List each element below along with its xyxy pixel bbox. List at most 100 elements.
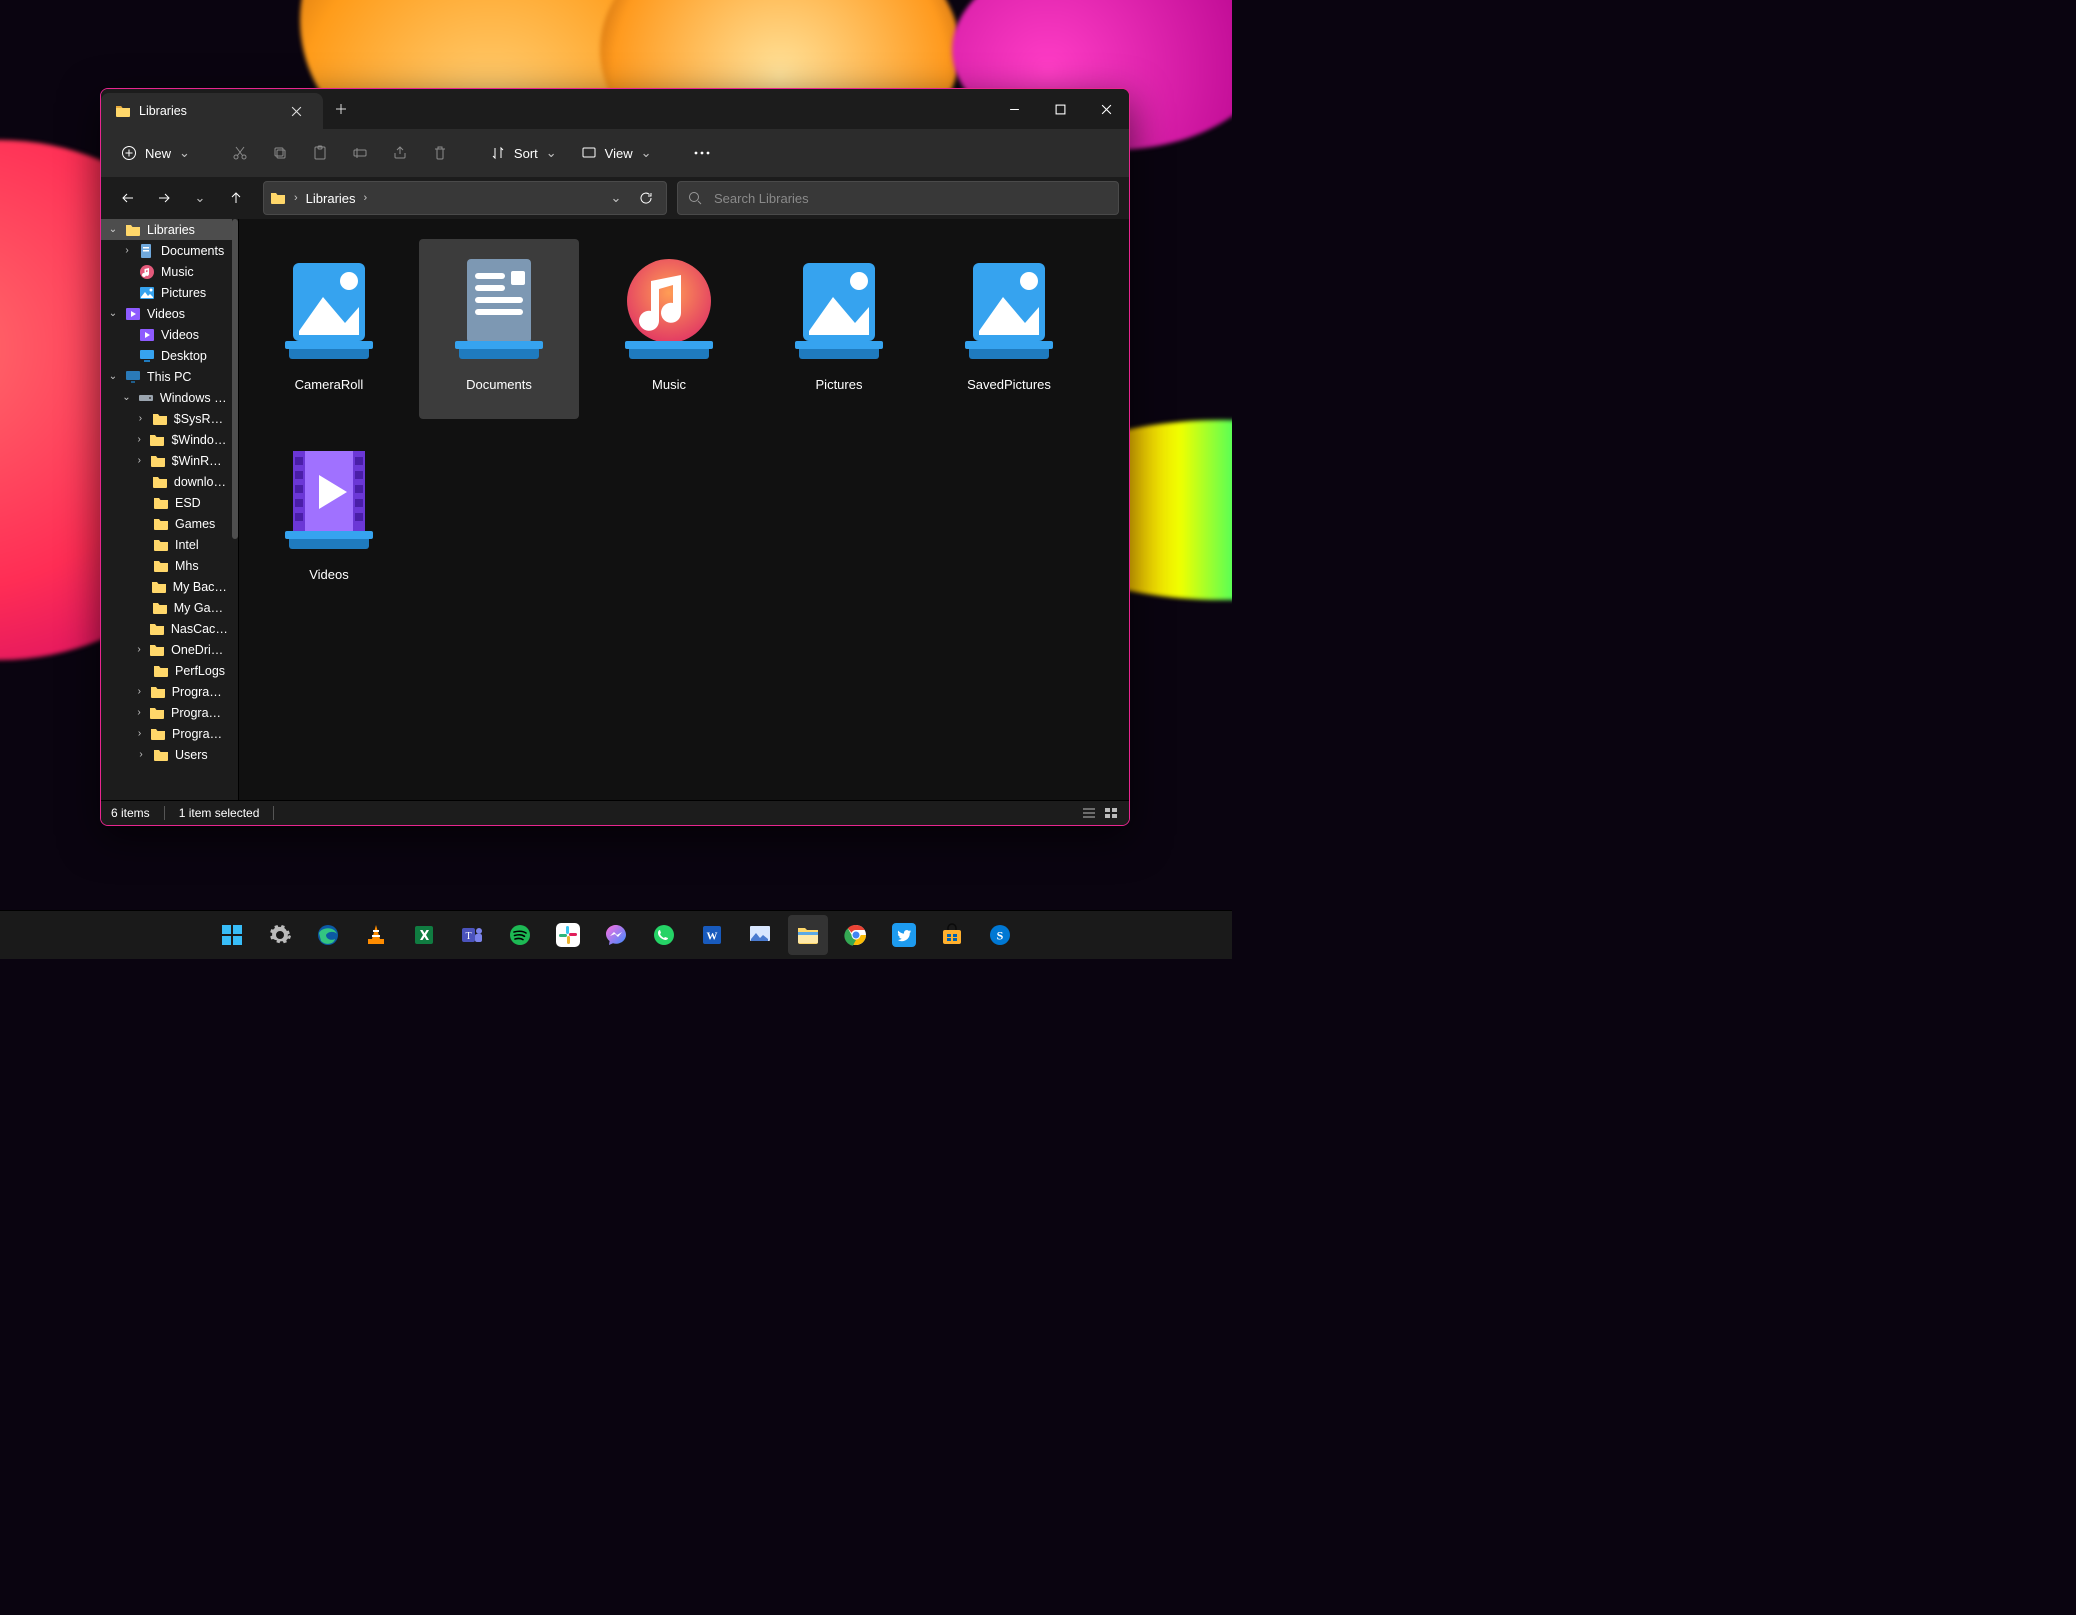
taskbar-skype-button[interactable]: S (980, 915, 1020, 955)
taskbar-vlc-button[interactable] (356, 915, 396, 955)
tree-item[interactable]: ›ProgramData (101, 723, 232, 744)
content-pane[interactable]: CameraRollDocumentsMusicPicturesSavedPic… (239, 219, 1129, 800)
back-button[interactable] (111, 181, 145, 215)
tree-item[interactable]: ⌄This PC (101, 366, 232, 387)
vlc-icon (364, 923, 388, 947)
twisty-icon[interactable]: ⌄ (107, 224, 119, 235)
tree-item[interactable]: downloads (101, 471, 232, 492)
taskbar-messenger-button[interactable] (596, 915, 636, 955)
twisty-icon[interactable]: › (135, 434, 143, 445)
folder-icon (153, 558, 169, 574)
search-box[interactable] (677, 181, 1119, 215)
search-input[interactable] (712, 190, 1108, 207)
delete-button[interactable] (422, 136, 458, 170)
tree-item[interactable]: ›Program Files (101, 681, 232, 702)
view-button[interactable]: View ⌄ (571, 136, 662, 170)
tree-item[interactable]: Mhs (101, 555, 232, 576)
tree-item[interactable]: My Backups (101, 576, 232, 597)
recent-button[interactable]: ⌄ (183, 181, 217, 215)
tree-item[interactable]: NasCacheDirec (101, 618, 232, 639)
tree-item[interactable]: ⌄Videos (101, 303, 232, 324)
taskbar-store-button[interactable] (932, 915, 972, 955)
tab-close-button[interactable] (283, 106, 311, 117)
taskbar-explorer-button[interactable] (788, 915, 828, 955)
new-tab-button[interactable] (323, 89, 359, 129)
taskbar-twitter-button[interactable] (884, 915, 924, 955)
minimize-button[interactable] (991, 89, 1037, 129)
tree-item-label: Music (161, 265, 194, 279)
tree-item[interactable]: Games (101, 513, 232, 534)
sort-button[interactable]: Sort ⌄ (480, 136, 567, 170)
tree-item[interactable]: PerfLogs (101, 660, 232, 681)
library-item[interactable]: Documents (419, 239, 579, 419)
refresh-button[interactable] (632, 184, 660, 212)
tree-item-label: My Games (174, 601, 228, 615)
library-item[interactable]: Videos (249, 429, 409, 609)
navigation-tree[interactable]: ⌄Libraries›DocumentsMusicPictures⌄Videos… (101, 219, 239, 800)
twisty-icon[interactable]: › (121, 245, 133, 256)
tree-item[interactable]: ESD (101, 492, 232, 513)
tree-item[interactable]: Music (101, 261, 232, 282)
twisty-icon[interactable]: › (135, 686, 144, 697)
tree-scrollbar[interactable] (232, 219, 238, 800)
tree-item[interactable]: Pictures (101, 282, 232, 303)
tree-item[interactable]: Desktop (101, 345, 232, 366)
tree-item[interactable]: › $Windows.~W (101, 429, 232, 450)
tree-item[interactable]: ›Program Files ( (101, 702, 232, 723)
tree-item[interactable]: Intel (101, 534, 232, 555)
library-item[interactable]: Pictures (759, 239, 919, 419)
more-button[interactable] (684, 136, 720, 170)
twisty-icon[interactable]: › (135, 707, 143, 718)
details-view-button[interactable] (1081, 806, 1097, 820)
twisty-icon[interactable]: ⌄ (121, 392, 132, 403)
taskbar-spotify-button[interactable] (500, 915, 540, 955)
rename-button[interactable] (342, 136, 378, 170)
tree-item[interactable]: ⌄Libraries (101, 219, 232, 240)
tree-item[interactable]: ›Users (101, 744, 232, 765)
twisty-icon[interactable]: › (135, 455, 144, 466)
tab-libraries[interactable]: Libraries (101, 93, 323, 129)
library-item[interactable]: SavedPictures (929, 239, 1089, 419)
up-button[interactable] (219, 181, 253, 215)
share-button[interactable] (382, 136, 418, 170)
tree-item-label: $Windows.~W (171, 433, 228, 447)
breadcrumb-label: Libraries (306, 191, 356, 206)
taskbar-paint-button[interactable] (740, 915, 780, 955)
taskbar-whatsapp-button[interactable] (644, 915, 684, 955)
start-icon (220, 923, 244, 947)
paste-button[interactable] (302, 136, 338, 170)
tree-item[interactable]: ›$SysReset (101, 408, 232, 429)
twisty-icon[interactable]: › (135, 413, 146, 424)
twisty-icon[interactable]: ⌄ (107, 308, 119, 319)
tree-item[interactable]: ›$WinREAgent (101, 450, 232, 471)
maximize-button[interactable] (1037, 89, 1083, 129)
library-item[interactable]: CameraRoll (249, 239, 409, 419)
twisty-icon[interactable]: ⌄ (107, 371, 119, 382)
tree-item[interactable]: ›OneDriveTemp (101, 639, 232, 660)
taskbar-slack-button[interactable] (548, 915, 588, 955)
taskbar-settings-button[interactable] (260, 915, 300, 955)
tree-item[interactable]: Videos (101, 324, 232, 345)
taskbar-start-button[interactable] (212, 915, 252, 955)
taskbar-chrome-button[interactable] (836, 915, 876, 955)
taskbar-excel-button[interactable] (404, 915, 444, 955)
copy-button[interactable] (262, 136, 298, 170)
address-dropdown-button[interactable]: ⌄ (602, 184, 630, 212)
new-button[interactable]: New ⌄ (111, 136, 200, 170)
library-item[interactable]: Music (589, 239, 749, 419)
twisty-icon[interactable]: › (135, 749, 147, 760)
taskbar-teams-button[interactable]: T (452, 915, 492, 955)
cut-button[interactable] (222, 136, 258, 170)
taskbar-word-button[interactable]: W (692, 915, 732, 955)
forward-button[interactable] (147, 181, 181, 215)
tree-item[interactable]: ›Documents (101, 240, 232, 261)
taskbar-edge-button[interactable] (308, 915, 348, 955)
twisty-icon[interactable]: › (135, 644, 143, 655)
address-bar[interactable]: › Libraries › ⌄ (263, 181, 667, 215)
breadcrumb-segment[interactable]: › Libraries › (292, 191, 369, 206)
close-button[interactable] (1083, 89, 1129, 129)
tree-item[interactable]: ⌄Windows (C:) (101, 387, 232, 408)
tree-item[interactable]: My Games (101, 597, 232, 618)
tiles-view-button[interactable] (1103, 806, 1119, 820)
twisty-icon[interactable]: › (135, 728, 144, 739)
